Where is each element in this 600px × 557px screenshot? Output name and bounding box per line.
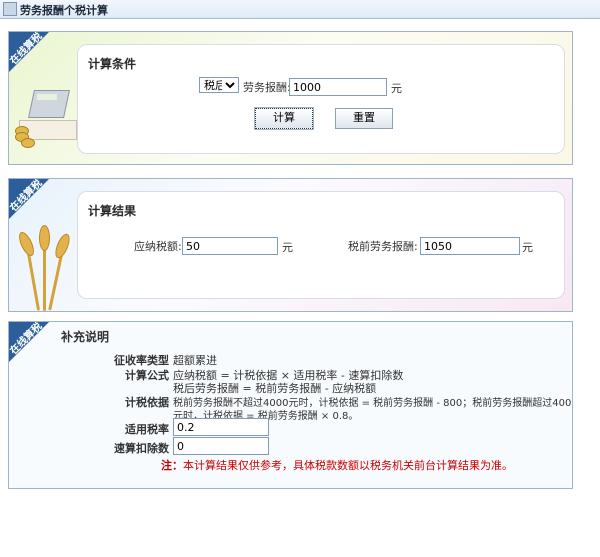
basis-label: 计税依据: [125, 396, 169, 409]
wheat-illustration: [11, 225, 81, 311]
calculator-illustration: [11, 86, 77, 148]
amount-input[interactable]: [289, 78, 387, 96]
results-title: 计算结果: [88, 204, 137, 218]
deduction-input[interactable]: [173, 437, 269, 455]
online-tax-ribbon: 在线算税: [9, 322, 58, 371]
reset-button[interactable]: 重置: [335, 108, 393, 129]
online-tax-ribbon: 在线算税: [9, 179, 58, 228]
pretax-label: 税前劳务报酬:: [348, 240, 418, 253]
tax-unit: 元: [282, 241, 293, 254]
note-prefix: 注：: [161, 459, 183, 472]
online-tax-ribbon: 在线算税: [9, 32, 58, 81]
calculate-button[interactable]: 计算: [254, 107, 314, 130]
window-titlebar: 劳务报酬个税计算: [0, 0, 600, 19]
rate-input[interactable]: [173, 418, 269, 436]
deduction-label: 速算扣除数: [114, 442, 169, 455]
tax-label: 应纳税额:: [134, 240, 182, 253]
conditions-box: 计算条件 税后 劳务报酬: 元 计算 重置: [77, 44, 565, 154]
page-icon: [3, 2, 17, 16]
mode-select[interactable]: 税后: [199, 77, 239, 93]
amount-label: 劳务报酬:: [243, 81, 291, 94]
results-box: 计算结果 应纳税额: 元 税前劳务报酬: 元: [77, 191, 565, 299]
window-title: 劳务报酬个税计算: [20, 4, 108, 17]
notes-title: 补充说明: [61, 330, 110, 344]
amount-unit: 元: [391, 82, 402, 95]
disclaimer-note: 注：本计算结果仅供参考，具体税款数额以税务机关前台计算结果为准。: [161, 457, 513, 473]
tax-output[interactable]: [182, 237, 278, 255]
pretax-unit: 元: [522, 241, 533, 254]
note-text: 本计算结果仅供参考，具体税款数额以税务机关前台计算结果为准。: [183, 459, 513, 472]
conditions-panel: 在线算税 计算条件 税后 劳务报酬: 元 计算 重置: [8, 31, 573, 165]
levy-label: 征收率类型: [114, 354, 169, 367]
results-panel: 在线算税 计算结果 应纳税额: 元 税前劳务报酬: 元: [8, 178, 573, 312]
rate-label: 适用税率: [125, 423, 169, 436]
pretax-output[interactable]: [420, 237, 520, 255]
formula-label: 计算公式: [125, 369, 169, 382]
notes-panel: 在线算税 补充说明 征收率类型 超额累进 计算公式 应纳税额 = 计税依据 × …: [8, 321, 573, 489]
conditions-title: 计算条件: [88, 57, 137, 71]
levy-value: 超额累进: [173, 354, 217, 367]
